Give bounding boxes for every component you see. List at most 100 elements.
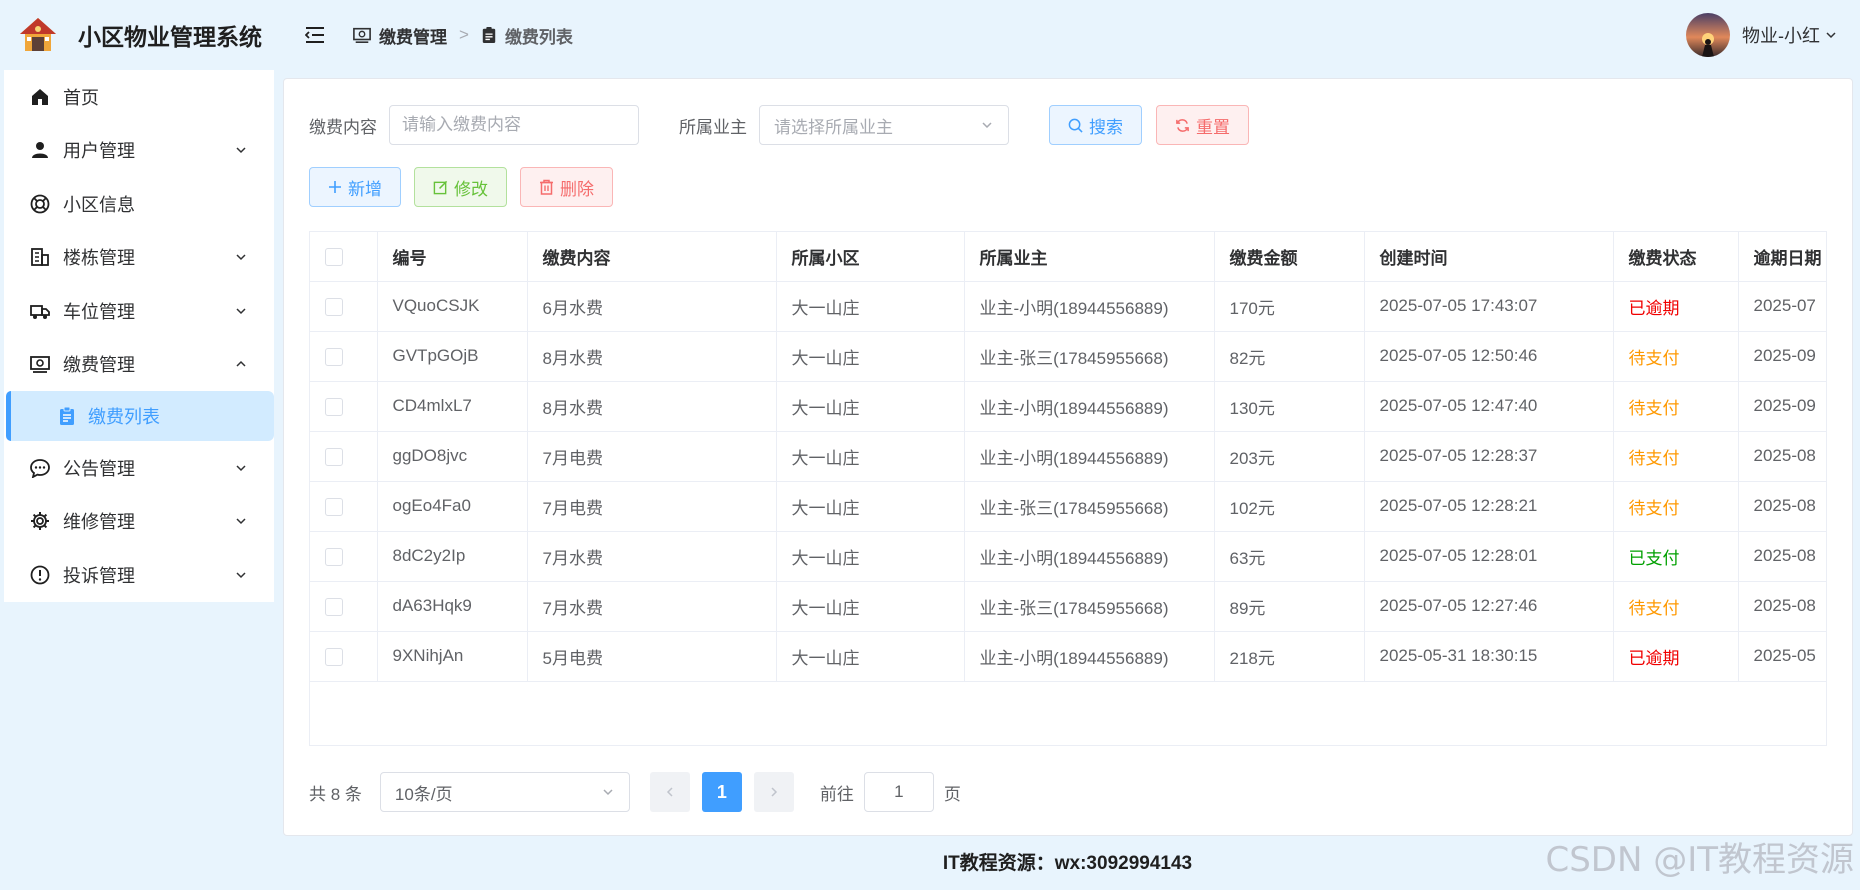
breadcrumb: 缴费管理 > 缴费列表 — [353, 23, 573, 48]
row-checkbox[interactable] — [325, 397, 343, 416]
chat-icon — [29, 457, 51, 479]
sidebar-item-announcements[interactable]: 公告管理 — [4, 441, 274, 495]
table-cell: 业主-张三(17845955668) — [964, 581, 1215, 632]
row-checkbox[interactable] — [325, 347, 343, 366]
table-row[interactable]: GVTpGOjB 8月水费 大一山庄 业主-张三(17845955668) 82元 202… — [310, 331, 1826, 382]
row-select-cell[interactable] — [310, 481, 378, 532]
table-row[interactable]: ogEo4Fa0 7月电费 大一山庄 业主-张三(17845955668) 102元 20… — [310, 481, 1826, 532]
page-size-select[interactable]: 10条/页 — [379, 772, 630, 812]
next-page-button[interactable] — [753, 772, 794, 812]
row-checkbox[interactable] — [325, 297, 343, 316]
row-checkbox[interactable] — [325, 597, 343, 616]
row-select-cell[interactable] — [310, 631, 378, 682]
sidebar-item-buildings[interactable]: 楼栋管理 — [4, 231, 274, 285]
table-row[interactable]: CD4mlxL7 8月水费 大一山庄 业主-小明(18944556889) 130元 20… — [310, 381, 1826, 432]
table-cell: 5月电费 — [527, 631, 777, 682]
add-button[interactable]: 新增 — [309, 167, 401, 207]
row-select-cell[interactable] — [310, 581, 378, 632]
table-cell: 大一山庄 — [776, 431, 965, 482]
reset-button-label: 重置 — [1196, 117, 1230, 137]
house-logo-icon — [20, 18, 56, 51]
sidebar-subitem-payment-list[interactable]: 缴费列表 — [6, 391, 274, 441]
table-cell: 业主-张三(17845955668) — [964, 331, 1215, 382]
reset-button[interactable]: 重置 — [1156, 105, 1249, 145]
owner-select[interactable]: 请选择所属业主 — [759, 105, 1009, 145]
sidebar-item-complaints[interactable]: 投诉管理 — [4, 548, 274, 602]
table-cell: 7月水费 — [527, 531, 777, 582]
clipboard-icon — [56, 405, 78, 427]
search-button-label: 搜索 — [1089, 117, 1123, 137]
table-cell: 2025-07-05 12:28:37 — [1364, 431, 1614, 482]
goto-suffix: 页 — [943, 784, 961, 804]
goto-label: 前往 — [819, 784, 854, 804]
page-number-button[interactable]: 1 — [701, 772, 742, 812]
plus-icon — [329, 181, 341, 193]
row-checkbox[interactable] — [325, 547, 343, 566]
row-select-cell[interactable] — [310, 531, 378, 582]
table-row[interactable]: VQuoCSJK 6月水费 大一山庄 业主-小明(18944556889) 170元 20… — [310, 281, 1826, 332]
table-row[interactable]: 8dC2y2Ip 7月水费 大一山庄 业主-小明(18944556889) 63元 202… — [310, 531, 1826, 582]
sidebar-item-home[interactable]: 首页 — [4, 70, 274, 124]
sidebar-item-parking[interactable]: 车位管理 — [4, 284, 274, 338]
table-header-row: 编号 缴费内容 所属小区 所属业主 缴费金额 创建时间 缴费状态 逾期日期 — [310, 232, 1826, 282]
user-icon — [29, 139, 51, 161]
row-select-cell[interactable] — [310, 381, 378, 432]
row-checkbox[interactable] — [325, 447, 343, 466]
chevron-up-icon — [236, 361, 246, 367]
row-select-cell[interactable] — [310, 431, 378, 482]
table-cell: 大一山庄 — [776, 631, 965, 682]
status-badge: 已逾期 — [1613, 631, 1739, 682]
table-cell: 8月水费 — [527, 331, 777, 382]
status-badge: 待支付 — [1613, 381, 1739, 432]
table-cell: 7月电费 — [527, 481, 777, 532]
watermark: CSDN @IT教程资源 — [1545, 840, 1854, 880]
chevron-down-icon — [236, 465, 246, 471]
select-all-checkbox[interactable] — [325, 247, 343, 266]
table-cell: 2025-07-05 17:43:07 — [1364, 281, 1614, 332]
breadcrumb-item-payments[interactable]: 缴费管理 — [353, 23, 447, 48]
sidebar-item-users[interactable]: 用户管理 — [4, 124, 274, 178]
table-row[interactable]: dA63Hqk9 7月水费 大一山庄 业主-张三(17845955668) 89元 202… — [310, 581, 1826, 632]
sidebar-item-payments[interactable]: 缴费管理 — [4, 338, 274, 392]
chevron-down-icon — [603, 789, 613, 796]
edit-button[interactable]: 修改 — [414, 167, 507, 207]
status-badge: 已逾期 — [1613, 281, 1739, 332]
avatar — [1686, 13, 1730, 57]
chevron-down-icon — [236, 147, 246, 154]
edit-icon — [433, 180, 448, 194]
column-header: 缴费内容 — [527, 232, 777, 282]
sidebar-item-label: 车位管理 — [63, 301, 135, 322]
header-select-all[interactable] — [310, 232, 378, 282]
table-cell: 业主-小明(18944556889) — [964, 281, 1215, 332]
row-checkbox[interactable] — [325, 647, 343, 666]
table-row[interactable]: ggDO8jvc 7月电费 大一山庄 业主-小明(18944556889) 203元 20… — [310, 431, 1826, 482]
sidebar-item-repairs[interactable]: 维修管理 — [4, 495, 274, 549]
table-cell: 102元 — [1214, 481, 1365, 532]
sidebar-item-label: 楼栋管理 — [63, 248, 135, 269]
table-cell: 2025-08 — [1738, 581, 1826, 632]
table-cell: 130元 — [1214, 381, 1365, 432]
row-select-cell[interactable] — [310, 331, 378, 382]
table-row[interactable]: 9XNihjAn 5月电费 大一山庄 业主-小明(18944556889) 218元 20… — [310, 631, 1826, 682]
menu-fold-icon[interactable] — [303, 23, 327, 47]
delete-button[interactable]: 删除 — [520, 167, 613, 207]
chevron-right-icon — [771, 787, 777, 797]
sidebar-item-community[interactable]: 小区信息 — [4, 177, 274, 231]
goto-page-input[interactable] — [863, 772, 934, 812]
content-search-input[interactable] — [389, 105, 639, 145]
chevron-down-icon — [236, 254, 246, 261]
row-select-cell[interactable] — [310, 281, 378, 332]
edit-button-label: 修改 — [454, 179, 488, 199]
building-icon — [29, 246, 51, 268]
table-cell: 170元 — [1214, 281, 1365, 332]
prev-page-button[interactable] — [649, 772, 690, 812]
owner-select-placeholder: 请选择所属业主 — [774, 117, 893, 137]
action-toolbar: 新增 修改 删除 — [309, 167, 613, 207]
user-menu[interactable]: 物业-小红 — [1686, 13, 1838, 57]
chevron-down-icon — [236, 518, 246, 525]
table-cell: 大一山庄 — [776, 331, 965, 382]
table-cell: 82元 — [1214, 331, 1365, 382]
row-checkbox[interactable] — [325, 497, 343, 516]
search-button[interactable]: 搜索 — [1049, 105, 1142, 145]
table-body: VQuoCSJK 6月水费 大一山庄 业主-小明(18944556889) 170元 20… — [310, 281, 1826, 682]
